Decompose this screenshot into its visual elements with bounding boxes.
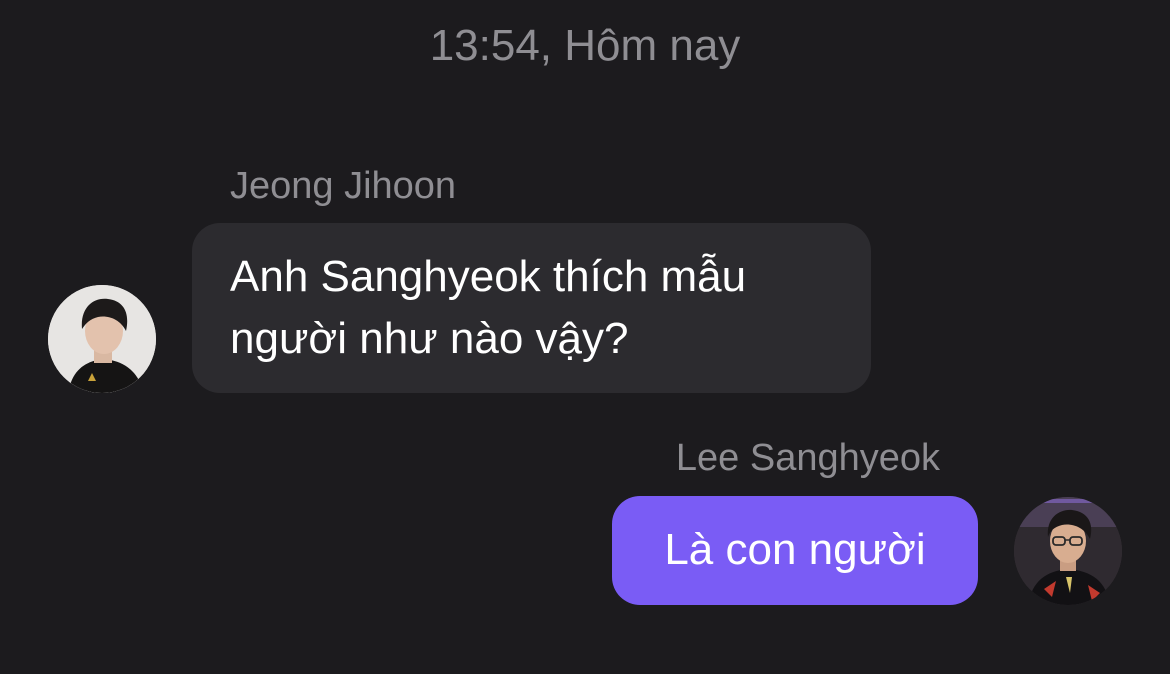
chat-thread: 13:54, Hôm nay Jeong Jihoon Anh Sanghyeo… — [0, 0, 1170, 674]
message-timestamp: 13:54, Hôm nay — [429, 21, 741, 70]
avatar-person-icon — [48, 285, 156, 393]
avatar-jeong-jihoon[interactable] — [48, 285, 156, 393]
message-bubble-outgoing[interactable]: Là con người — [612, 496, 978, 605]
avatar-person-icon — [1014, 497, 1122, 605]
message-text-line: người như nào vậy? — [230, 314, 629, 363]
message-bubble-incoming[interactable]: Anh Sanghyeok thích mẫu người như nào vậ… — [192, 223, 871, 393]
avatar-lee-sanghyeok[interactable] — [1014, 497, 1122, 605]
sender-name-outgoing: Lee Sanghyeok — [675, 437, 940, 479]
sender-name-incoming: Jeong Jihoon — [230, 165, 457, 207]
message-text-line: Anh Sanghyeok thích mẫu — [230, 252, 747, 301]
message-text: Là con người — [664, 525, 926, 574]
